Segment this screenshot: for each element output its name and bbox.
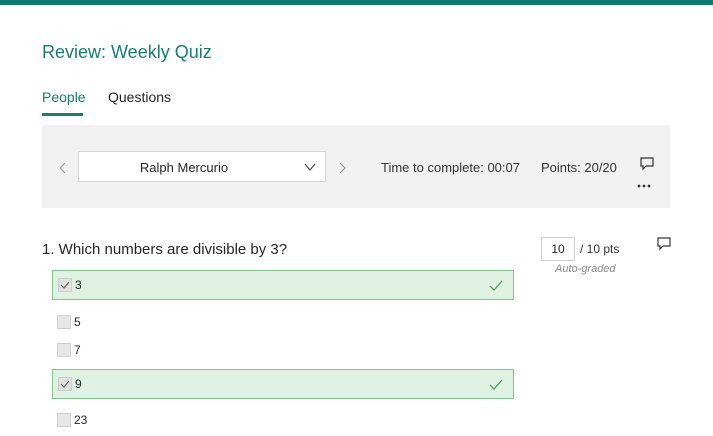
- points-summary: Points: 20/20: [541, 160, 617, 175]
- grading-mode: Auto-graded: [555, 263, 616, 275]
- option-label: 5: [74, 315, 81, 329]
- checkbox-unchecked[interactable]: [57, 413, 71, 427]
- option-label: 9: [75, 377, 82, 391]
- respondent-dropdown[interactable]: Ralph Mercurio: [78, 151, 326, 182]
- checkbox-unchecked[interactable]: [57, 315, 71, 329]
- option-label: 7: [74, 343, 81, 357]
- chevron-left-icon[interactable]: [57, 160, 69, 176]
- option-label: 23: [74, 413, 88, 427]
- tab-people[interactable]: People: [42, 89, 86, 105]
- correct-check-icon: [489, 378, 503, 390]
- chevron-right-icon[interactable]: [336, 160, 348, 176]
- page-title: Review: Weekly Quiz: [42, 42, 212, 62]
- answer-option[interactable]: 9: [52, 369, 514, 399]
- tab-questions[interactable]: Questions: [108, 89, 171, 105]
- top-accent-bar: [0, 0, 713, 5]
- answer-option[interactable]: 3: [52, 270, 514, 300]
- correct-check-icon: [489, 279, 503, 291]
- more-icon[interactable]: [636, 182, 652, 192]
- checkbox-checked[interactable]: [58, 377, 72, 391]
- score-input[interactable]: [541, 237, 575, 261]
- respondent-name: Ralph Mercurio: [139, 160, 229, 175]
- time-to-complete: Time to complete: 00:07: [381, 160, 520, 175]
- active-tab-indicator: [42, 113, 83, 116]
- question-comment-icon[interactable]: [656, 236, 672, 252]
- answer-option[interactable]: 5: [52, 308, 514, 338]
- answer-option[interactable]: 23: [52, 406, 514, 436]
- answer-option[interactable]: 7: [52, 336, 514, 366]
- checkbox-checked[interactable]: [58, 278, 72, 292]
- chevron-down-icon: [303, 160, 317, 174]
- score-total: / 10 pts: [580, 242, 620, 256]
- question-title: 1. Which numbers are divisible by 3?: [42, 241, 288, 258]
- comment-icon[interactable]: [639, 156, 655, 172]
- option-label: 3: [75, 278, 82, 292]
- checkbox-unchecked[interactable]: [57, 343, 71, 357]
